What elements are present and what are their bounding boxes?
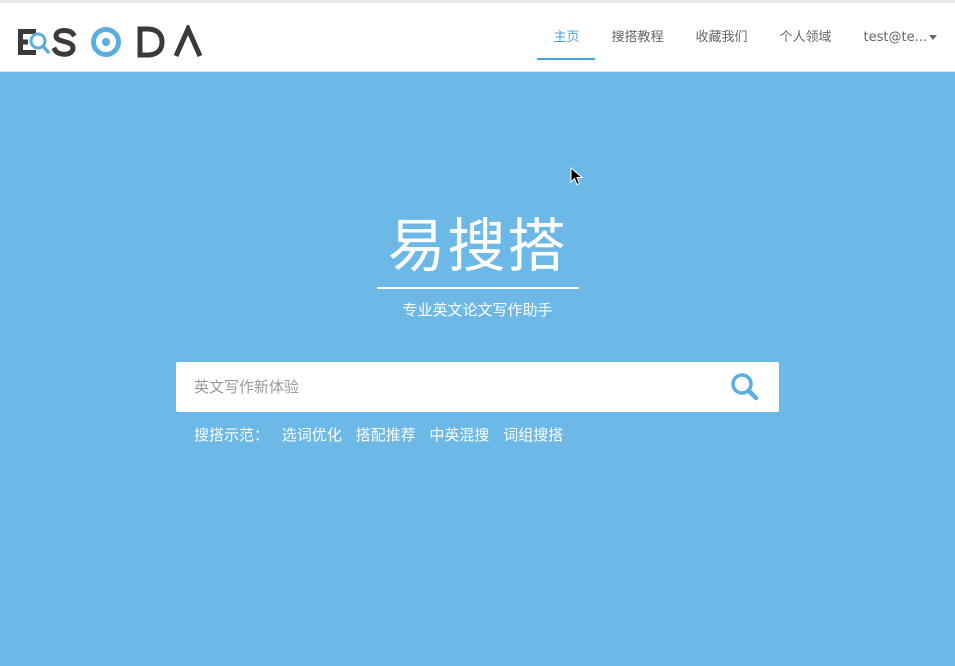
hero-title: 易搜搭 [387,212,568,280]
nav-item-tutorial[interactable]: 搜搭教程 [595,3,679,72]
examples-label: 搜搭示范： [194,426,270,444]
hero-subtitle: 专业英文论文写作助手 [402,301,553,319]
mouse-cursor-icon [570,167,584,186]
nav-item-personal[interactable]: 个人领域 [764,3,848,72]
search-examples: 搜搭示范： 选词优化 搭配推荐 中英混搜 词组搜搭 [194,424,572,446]
example-link-collocation[interactable]: 搭配推荐 [356,426,416,444]
example-link-word-choice[interactable]: 选词优化 [282,426,342,444]
nav-item-bookmark[interactable]: 收藏我们 [680,3,764,72]
main-nav: 主页 搜搭教程 收藏我们 个人领域 test@te... [537,3,937,72]
example-link-phrase-search[interactable]: 词组搜搭 [503,426,563,444]
chevron-down-icon [929,35,937,40]
esoda-logo[interactable] [16,25,206,59]
page: 主页 搜搭教程 收藏我们 个人领域 test@te... 易搜搭 专业英文论文写… [0,0,955,666]
user-menu-label: test@te... [863,30,927,45]
example-link-mixed-search[interactable]: 中英混搜 [429,426,489,444]
search-icon[interactable] [727,369,763,405]
user-menu[interactable]: test@te... [848,3,937,72]
top-navbar: 主页 搜搭教程 收藏我们 个人领域 test@te... [0,0,955,72]
nav-item-home[interactable]: 主页 [537,3,596,72]
search-box [176,362,779,412]
search-input[interactable] [176,362,706,412]
hero-divider [377,287,579,289]
